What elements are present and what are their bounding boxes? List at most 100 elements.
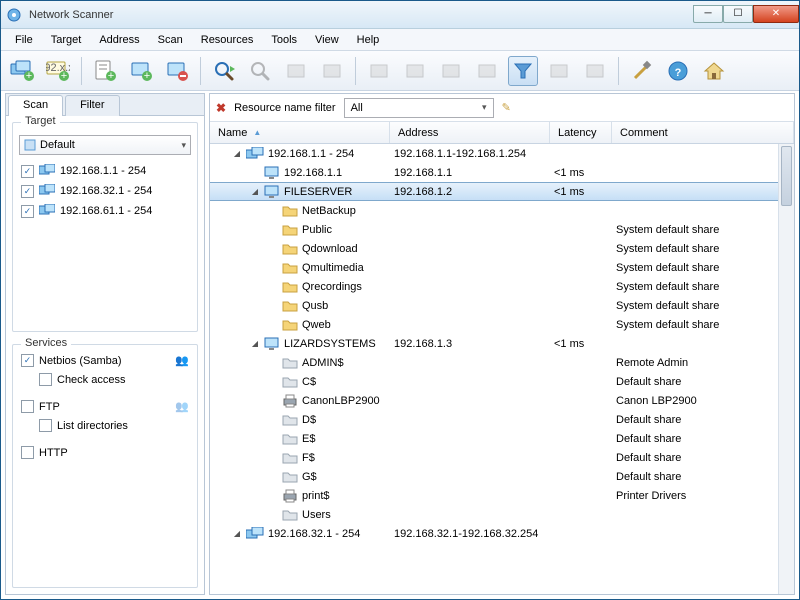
tree-row[interactable]: ◢LIZARDSYSTEMS192.168.1.3<1 ms (210, 334, 794, 353)
tab-scan[interactable]: Scan (8, 95, 63, 116)
tool-h-button[interactable] (580, 56, 610, 86)
menu-resources[interactable]: Resources (193, 32, 262, 48)
target-range-1[interactable]: ✓192.168.32.1 - 254 (19, 181, 191, 201)
collapse-icon[interactable]: ◢ (232, 529, 242, 539)
service-ftp[interactable]: FTP👥 (19, 397, 191, 416)
menu-target[interactable]: Target (43, 32, 90, 48)
collapse-icon[interactable]: ◢ (232, 149, 242, 159)
tree-row[interactable]: G$Default share (210, 467, 794, 486)
row-icon (282, 261, 298, 274)
service-netbios[interactable]: ✓Netbios (Samba)👥 (19, 351, 191, 370)
collapse-icon[interactable]: ◢ (250, 187, 260, 197)
menu-tools[interactable]: Tools (263, 32, 305, 48)
collapse-icon[interactable]: ◢ (250, 339, 260, 349)
row-name: Qrecordings (302, 281, 362, 293)
row-name: Public (302, 224, 332, 236)
help-button[interactable]: ? (663, 56, 693, 86)
settings-button[interactable] (627, 56, 657, 86)
minimize-button[interactable]: ─ (693, 5, 723, 23)
tree-row[interactable]: ◢FILESERVER192.168.1.2<1 ms (210, 182, 794, 201)
tool-e-button[interactable] (436, 56, 466, 86)
row-name: FILESERVER (284, 186, 352, 198)
tab-filter[interactable]: Filter (65, 95, 119, 116)
menu-help[interactable]: Help (349, 32, 388, 48)
col-comment[interactable]: Comment (612, 122, 794, 143)
row-address: 192.168.1.1 (390, 167, 550, 179)
tool-c-button[interactable] (364, 56, 394, 86)
target-range-2[interactable]: ✓192.168.61.1 - 254 (19, 201, 191, 221)
menu-scan[interactable]: Scan (150, 32, 191, 48)
add-monitors-button[interactable]: + (7, 56, 37, 86)
row-latency: <1 ms (550, 338, 612, 350)
tree-row[interactable]: F$ Default share (210, 448, 794, 467)
row-comment: Default share (612, 452, 794, 464)
close-button[interactable]: ✕ (753, 5, 799, 23)
tree-row[interactable]: Qrecordings System default share (210, 277, 794, 296)
tree-row[interactable]: QdownloadSystem default share (210, 239, 794, 258)
target-range-0[interactable]: ✓192.168.1.1 - 254 (19, 161, 191, 181)
menu-view[interactable]: View (307, 32, 347, 48)
home-button[interactable] (699, 56, 729, 86)
col-address[interactable]: Address (390, 122, 550, 143)
left-panel: Scan Filter Target Default ✓192.168.1.1 … (5, 93, 205, 595)
tree-row[interactable]: QusbSystem default share (210, 296, 794, 315)
row-name: print$ (302, 490, 330, 502)
tree-row[interactable]: NetBackup (210, 201, 794, 220)
tree-row[interactable]: ADMIN$Remote Admin (210, 353, 794, 372)
monitor-remove-button[interactable] (162, 56, 192, 86)
row-icon (282, 299, 298, 312)
tool-a-button[interactable] (281, 56, 311, 86)
add-list-button[interactable]: + (90, 56, 120, 86)
tool-b-button[interactable] (317, 56, 347, 86)
monitor-add-button[interactable]: + (126, 56, 156, 86)
clear-filter-icon[interactable]: ✖ (216, 101, 226, 115)
add-ip-button[interactable]: 192.x.x+ (43, 56, 73, 86)
row-icon (282, 451, 298, 464)
tree-row[interactable]: 192.168.1.1192.168.1.1<1 ms (210, 163, 794, 182)
edit-filter-icon[interactable]: ✎ (502, 101, 511, 114)
titlebar: Network Scanner ─ ☐ ✕ (1, 1, 799, 29)
tree-row[interactable]: ◢192.168.32.1 - 254192.168.32.1-192.168.… (210, 524, 794, 543)
tree-row[interactable]: C$Default share (210, 372, 794, 391)
row-icon (246, 527, 264, 541)
svg-text:+: + (61, 70, 67, 82)
tree-row[interactable]: QwebSystem default share (210, 315, 794, 334)
tool-g-button[interactable] (544, 56, 574, 86)
row-icon (282, 280, 298, 293)
results-tree[interactable]: ◢192.168.1.1 - 254192.168.1.1-192.168.1.… (210, 144, 794, 594)
service-http[interactable]: HTTP (19, 443, 191, 462)
tree-row[interactable]: QmultimediaSystem default share (210, 258, 794, 277)
menu-file[interactable]: File (7, 32, 41, 48)
scan-start-button[interactable] (209, 56, 239, 86)
menu-address[interactable]: Address (91, 32, 147, 48)
tree-row[interactable]: PublicSystem default share (210, 220, 794, 239)
target-title: Target (21, 115, 60, 127)
tree-row[interactable]: ◢192.168.1.1 - 254192.168.1.1-192.168.1.… (210, 144, 794, 163)
tree-row[interactable]: Users (210, 505, 794, 524)
service-list-dirs[interactable]: List directories (19, 416, 191, 435)
tree-row[interactable]: print$Printer Drivers (210, 486, 794, 505)
filter-toggle-button[interactable] (508, 56, 538, 86)
tree-row[interactable]: CanonLBP2900Canon LBP2900 (210, 391, 794, 410)
row-icon (282, 432, 298, 445)
target-profile-combo[interactable]: Default (19, 135, 191, 155)
filter-dropdown[interactable]: All (344, 98, 494, 118)
row-name: F$ (302, 452, 315, 464)
row-icon (282, 508, 298, 521)
row-name: G$ (302, 471, 317, 483)
vertical-scrollbar[interactable] (778, 144, 794, 594)
tree-row[interactable]: D$Default share (210, 410, 794, 429)
col-latency[interactable]: Latency (550, 122, 612, 143)
tool-f-button[interactable] (472, 56, 502, 86)
scan-stop-button[interactable] (245, 56, 275, 86)
tree-row[interactable]: E$Default share (210, 429, 794, 448)
tool-d-button[interactable] (400, 56, 430, 86)
maximize-button[interactable]: ☐ (723, 5, 753, 23)
row-icon (282, 356, 298, 369)
row-name: D$ (302, 414, 316, 426)
service-check-access[interactable]: Check access (19, 370, 191, 389)
grid-header: Name▲ Address Latency Comment (210, 122, 794, 144)
row-comment: System default share (612, 281, 794, 293)
target-section: Target Default ✓192.168.1.1 - 254 ✓192.1… (12, 122, 198, 332)
col-name[interactable]: Name▲ (210, 122, 390, 143)
